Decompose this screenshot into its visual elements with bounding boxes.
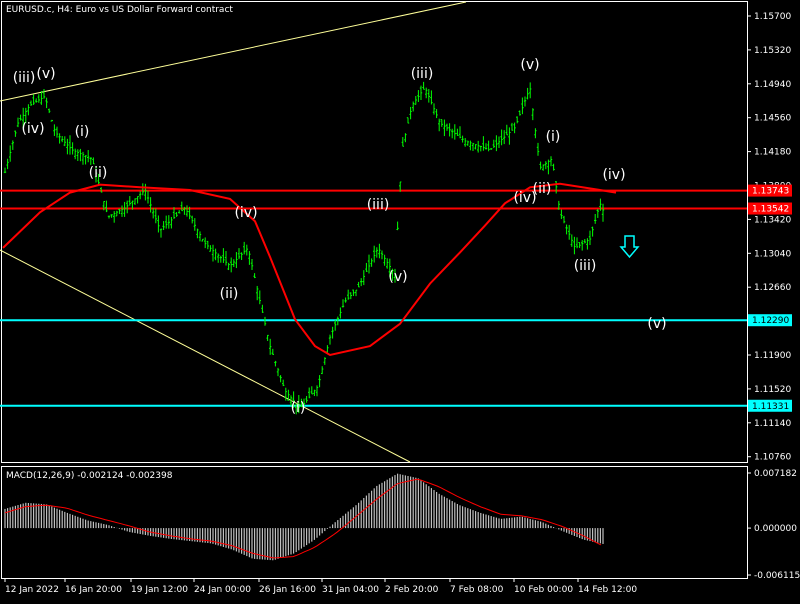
price-tick-label: 1.14560 <box>754 114 791 124</box>
wave-label: (iv) <box>602 167 625 183</box>
macd-title: MACD(12,26,9) -0.002124 -0.002398 <box>6 471 173 481</box>
wave-label: (iii) <box>13 70 36 86</box>
wave-label: (i) <box>546 129 561 145</box>
price-tick-label: 1.15320 <box>754 46 791 56</box>
price-tick-label: 1.10760 <box>754 453 791 463</box>
macd-tick-label: 0.007182 <box>754 469 797 479</box>
chart-title: EURUSD.c, H4: Euro vs US Dollar Forward … <box>6 5 233 15</box>
wave-label: (i) <box>291 400 306 416</box>
wave-label: (v) <box>647 316 666 332</box>
macd-tick-label: -0.006115 <box>754 571 800 581</box>
time-tick-label: 14 Feb 12:00 <box>578 585 637 595</box>
wave-label: (iii) <box>367 197 390 213</box>
price-tick-label: 1.14940 <box>754 80 791 90</box>
level-tag-label: 1.11331 <box>752 402 789 412</box>
level-tag-label: 1.13743 <box>752 187 789 197</box>
trading-chart[interactable]: 1.157001.153201.149401.145601.141801.138… <box>0 0 800 600</box>
wave-label: (iv) <box>234 205 257 221</box>
time-tick-label: 26 Jan 16:00 <box>259 585 316 595</box>
price-tick-label: 1.14180 <box>754 148 791 158</box>
wave-label: (v) <box>388 269 407 285</box>
level-tag-label: 1.13542 <box>752 205 789 215</box>
price-tick-label: 1.13040 <box>754 249 791 259</box>
price-tick-label: 1.11140 <box>754 419 791 429</box>
price-tick-label: 1.15700 <box>754 12 791 22</box>
price-tick-label: 1.11520 <box>754 385 791 395</box>
time-tick-label: 19 Jan 12:00 <box>131 585 188 595</box>
wave-label: (iii) <box>574 258 597 274</box>
wave-label: (i) <box>75 124 90 140</box>
time-tick-label: 31 Jan 04:00 <box>322 585 379 595</box>
wave-label: (ii) <box>220 286 239 302</box>
time-tick-label: 2 Feb 20:00 <box>385 585 439 595</box>
chart-canvas[interactable]: 1.157001.153201.149401.145601.141801.138… <box>0 0 800 600</box>
wave-label: (v) <box>520 57 539 73</box>
wave-label: (iv) <box>513 190 536 206</box>
time-tick-label: 16 Jan 20:00 <box>65 585 122 595</box>
price-tick-label: 1.12660 <box>754 283 791 293</box>
price-tick-label: 1.11900 <box>754 351 791 361</box>
price-tick-label: 1.13420 <box>754 215 791 225</box>
time-tick-label: 7 Feb 08:00 <box>450 585 504 595</box>
macd-tick-label: 0.000000 <box>754 524 797 534</box>
wave-label: (v) <box>36 66 55 82</box>
time-tick-label: 12 Jan 2022 <box>5 585 59 595</box>
time-tick-label: 10 Feb 00:00 <box>514 585 573 595</box>
wave-label: (iii) <box>411 66 434 82</box>
wave-label: (iv) <box>21 121 44 137</box>
wave-label: (ii) <box>89 165 108 181</box>
time-tick-label: 24 Jan 00:00 <box>194 585 251 595</box>
level-tag-label: 1.12290 <box>752 316 789 326</box>
